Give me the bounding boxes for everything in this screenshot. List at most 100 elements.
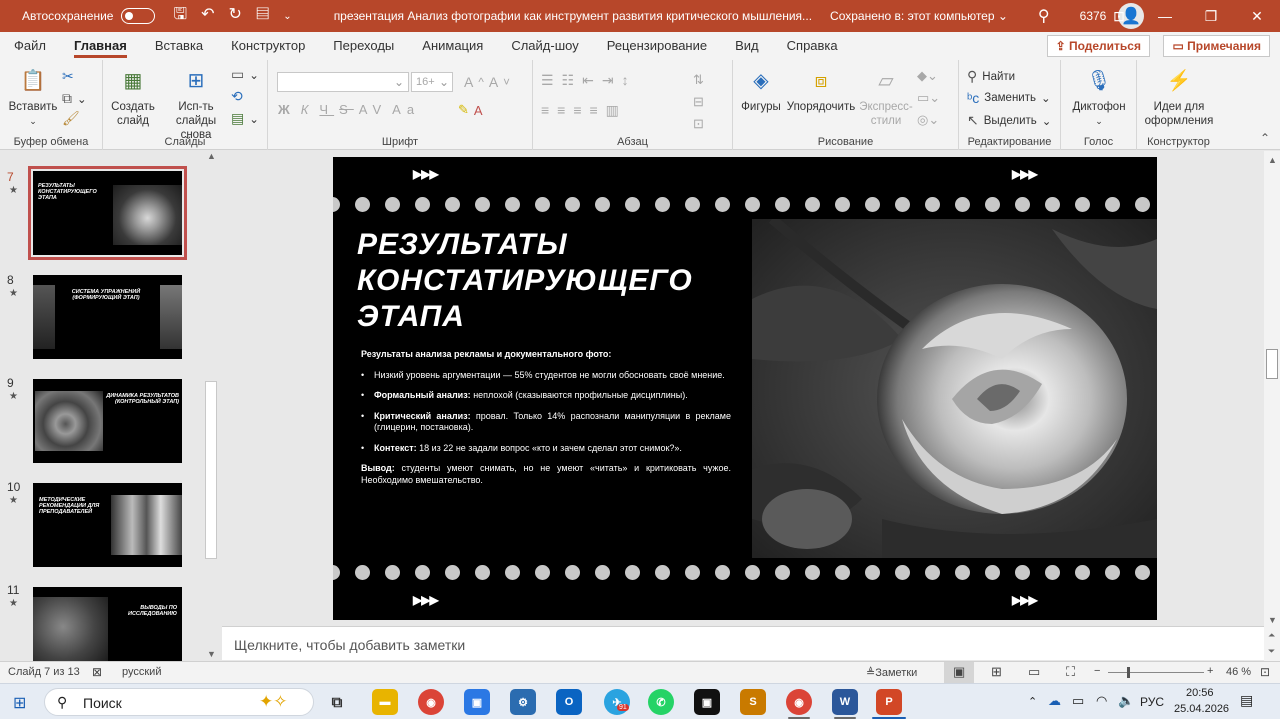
replace-button[interactable]: ᵇc Заменить ⌄ [967,90,1051,106]
redo-icon[interactable]: ↻ [229,6,256,23]
highlight-icon[interactable]: ✎ A [458,102,483,118]
scrollbar-thumb[interactable] [205,381,217,559]
section-icon[interactable]: ▤ ⌄ [231,110,259,127]
slide-title[interactable]: РЕЗУЛЬТАТЫ КОНСТАТИРУЮЩЕГО ЭТАПА [357,227,693,335]
windows-start-icon[interactable]: ⊞ [13,693,26,713]
thumbnail-slide-7[interactable]: РЕЗУЛЬТАТЫ КОНСТАТИРУЮЩЕГО ЭТАПА [28,166,187,260]
shapes-button[interactable]: ◈ Фигуры [739,66,783,114]
copy-icon[interactable]: ⧉ ⌄ [62,90,87,107]
tab-transitions[interactable]: Переходы [319,32,408,60]
customize-icon[interactable]: ⌄ [283,11,305,22]
clock-time[interactable]: 20:56 [1186,687,1214,699]
scrollbar-thumb[interactable] [1266,349,1278,379]
volume-icon[interactable]: 🔈 [1118,693,1134,709]
file-explorer-icon[interactable]: ▬ [372,689,398,715]
tab-home[interactable]: Главная [60,32,141,60]
tray-overflow-icon[interactable]: ⌃ [1028,695,1037,708]
find-button[interactable]: ⚲ Найти [967,68,1015,85]
autosave-toggle[interactable] [121,8,156,24]
chrome-icon[interactable]: ◉ [418,689,444,715]
thumbnail-slide-8[interactable]: СИСТЕМА УПРАЖНЕНИЙ (ФОРМИРУЮЩИЙ ЭТАП) [33,275,182,359]
tab-file[interactable]: Файл [0,32,60,60]
control-panel-icon[interactable]: ⚙ [510,689,536,715]
notion-icon[interactable]: ▣ [694,689,720,715]
fit-slide-icon[interactable]: ⊡ [1260,665,1270,679]
reuse-slides-button[interactable]: ⊞ Исп-ть слайды снова [165,66,227,142]
telegram-icon[interactable]: ✈ [604,689,630,715]
char-spacing-button[interactable]: AV [359,102,387,117]
slide-body-text[interactable]: Результаты анализа рекламы и документаль… [361,349,731,495]
scroll-up-icon[interactable]: ▲ [207,151,216,161]
strikethrough-button[interactable]: S [339,102,354,117]
tab-insert[interactable]: Вставка [141,32,217,60]
word-icon[interactable]: W [832,689,858,715]
wifi-icon[interactable]: ◠ [1096,693,1107,709]
cut-icon[interactable]: ✂ [62,68,74,85]
next-slide-icon[interactable]: ⏷ [1268,646,1275,657]
maximize-icon[interactable]: ❐ [1188,0,1234,32]
slideshow-icon[interactable]: ⛶ [1066,664,1075,680]
close-icon[interactable]: ✕ [1234,0,1280,32]
thumbnail-scrollbar[interactable]: ▲ ▼ [204,151,218,661]
slide-sorter-icon[interactable]: ⊞ [991,664,1002,680]
task-view-icon[interactable]: ⧉ [324,689,350,715]
tab-slideshow[interactable]: Слайд-шоу [497,32,592,60]
underline-button[interactable]: Ч [319,102,334,117]
ribbon-display-icon[interactable]: ⊡ [1096,0,1142,32]
tab-design[interactable]: Конструктор [217,32,319,60]
design-ideas-button[interactable]: ⚡ Идеи для оформления [1143,66,1215,128]
text-direction-icon[interactable]: ⇅ [693,72,704,88]
italic-button[interactable]: К [301,102,315,117]
present-icon[interactable]: ▤ [256,6,283,23]
slide-canvas[interactable]: ▶▶▶ ▶▶▶ ▶▶▶ ▶▶▶ РЕЗУЛЬТАТЫ КОНСТАТИРУЮЩЕ… [333,157,1157,620]
select-button[interactable]: ↖ Выделить ⌄ [967,112,1051,129]
battery-icon[interactable]: ▭ [1072,693,1084,709]
list-icons[interactable]: ☰☷⇤⇥↕ [541,72,637,89]
change-case-button[interactable]: Aa [392,102,420,117]
format-painter-icon[interactable]: 🖌 [62,110,80,127]
cloud-icon[interactable]: ☁ [1048,693,1061,709]
scroll-up-icon[interactable]: ▲ [1268,155,1277,165]
bold-button[interactable]: Ж [278,102,296,117]
document-title[interactable]: презентация Анализ фотографии как инстру… [334,9,812,23]
arrange-button[interactable]: ⧈ Упорядочить [785,66,857,114]
scroll-down-icon[interactable]: ▼ [1268,615,1277,625]
fill-icon[interactable]: ◆⌄ [917,68,938,84]
tab-view[interactable]: Вид [721,32,773,60]
minimize-icon[interactable]: — [1142,0,1188,32]
comments-button[interactable]: ▭ Примечания [1163,35,1270,57]
search-icon[interactable]: ⚲ [1038,6,1050,26]
dictate-button[interactable]: 🎙 Диктофон ⌄ [1069,66,1129,128]
tab-animations[interactable]: Анимация [408,32,497,60]
slide-scrollbar[interactable]: ▲ ▼ ⏶ ⏷ [1264,151,1280,661]
previous-slide-icon[interactable]: ⏶ [1268,630,1275,641]
rose-photo[interactable] [752,219,1157,558]
powerpoint-icon[interactable]: P [876,689,902,715]
undo-icon[interactable]: ↶ [201,6,228,23]
font-size-combo[interactable]: 16+ ⌄ [411,72,453,92]
outline-icon[interactable]: ▭⌄ [917,90,940,106]
input-language[interactable]: РУС [1140,695,1164,709]
outlook-icon[interactable]: O [556,689,582,715]
paste-button[interactable]: 📋 Вставить ⌄ [6,66,60,128]
reset-icon[interactable]: ⟲ [231,88,243,105]
tab-help[interactable]: Справка [773,32,852,60]
share-button[interactable]: ⇪ Поделиться [1046,35,1150,57]
tab-review[interactable]: Рецензирование [593,32,721,60]
new-slide-button[interactable]: ▦ Создать слайд [107,66,159,128]
thumbnail-slide-9[interactable]: ДИНАМИКА РЕЗУЛЬТАТОВ (КОНТРОЛЬНЫЙ ЭТАП) [33,379,182,463]
notes-pane[interactable]: Щелкните, чтобы добавить заметки [222,626,1264,660]
sublime-icon[interactable]: S [740,689,766,715]
zoom-slider-thumb[interactable] [1127,667,1130,678]
notes-toggle[interactable]: ≜Заметки [866,666,917,679]
taskbar-search[interactable]: ⚲ Поиск ✦✧ [44,688,314,716]
collapse-ribbon-icon[interactable]: ⌃ [1260,131,1270,145]
thumbnail-slide-10[interactable]: МЕТОДИЧЕСКИЕ РЕКОМЕНДАЦИИ ДЛЯ ПРЕПОДАВАТ… [33,483,182,567]
quick-styles-button[interactable]: ▱ Экспресс-стили [859,66,913,128]
save-icon[interactable]: 🖫 [173,6,201,23]
align-text-icon[interactable]: ⊟ [693,94,704,110]
notifications-icon[interactable]: ▤ [1240,692,1253,709]
font-name-combo[interactable]: ⌄ [277,72,409,92]
thumbnail-slide-11[interactable]: ВЫВОДЫ ПО ИССЛЕДОВАНИЮ [33,587,182,661]
language-status[interactable]: русский [122,666,161,678]
